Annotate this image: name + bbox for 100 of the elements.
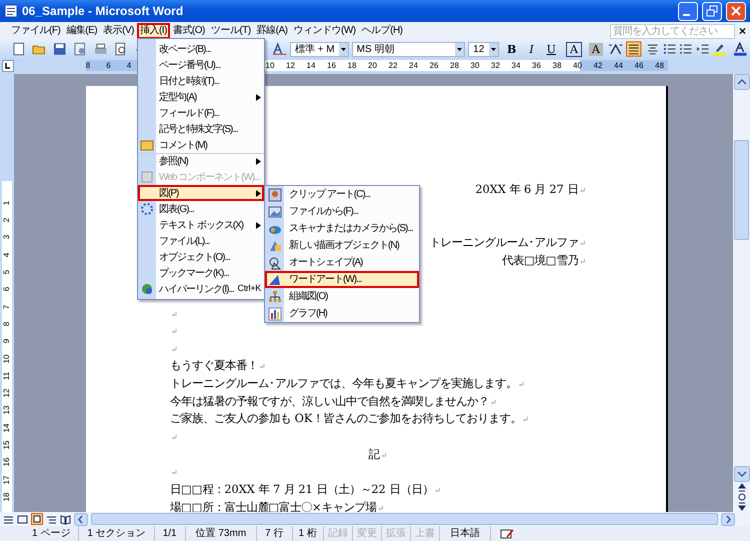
ruler-number: 8: [86, 60, 90, 71]
menu-item[interactable]: ページ番号(U)...: [138, 57, 264, 73]
outline-view-icon[interactable]: [46, 514, 57, 524]
restore-icon[interactable]: [702, 2, 722, 20]
menu-item[interactable]: 書式(O): [170, 23, 208, 39]
minimize-icon[interactable]: [678, 2, 698, 20]
ruler-number: 6: [106, 60, 111, 71]
menu-item[interactable]: ヘルプ(H): [358, 23, 406, 39]
menu-item[interactable]: クリップ アート(C)...: [265, 186, 419, 203]
ruler-number: 4: [126, 60, 132, 71]
font-dropdown[interactable]: MS 明朝: [352, 42, 466, 56]
style-dropdown[interactable]: 標準 + M: [290, 42, 349, 56]
menu-item[interactable]: ファイル(L)...: [138, 233, 264, 249]
window-title: 06_Sample - Microsoft Word: [22, 3, 184, 20]
menu-item[interactable]: 参照(N): [138, 153, 264, 169]
help-search-field[interactable]: 質問を入力してください: [610, 24, 735, 38]
status-field: 7 行: [257, 526, 292, 541]
scrollbar-thumb[interactable]: [91, 513, 718, 525]
menu-item[interactable]: 表示(V): [100, 23, 137, 39]
ruler-number: 12: [286, 60, 295, 71]
font-size-dropdown[interactable]: 12: [468, 42, 499, 56]
horizontal-scrollbar[interactable]: [0, 512, 750, 526]
menu-item[interactable]: 罫線(A): [254, 23, 290, 39]
print-view-icon[interactable]: [31, 513, 43, 525]
status-field: 拡張: [382, 526, 411, 541]
menu-item[interactable]: テキスト ボックス(X): [138, 217, 264, 233]
menu-item[interactable]: スキャナまたはカメラから(S)...: [265, 220, 419, 237]
menu-item[interactable]: ハイパーリンク(I)... Ctrl+K: [138, 281, 264, 297]
ruler-number: 2: [3, 218, 11, 222]
tab-selector-icon[interactable]: [2, 60, 14, 72]
menu-item[interactable]: 記号と特殊文字(S)...: [138, 121, 264, 137]
bulleted-list-icon[interactable]: [679, 42, 693, 56]
ruler-number: 10: [3, 354, 11, 363]
italic-button[interactable]: I: [526, 42, 537, 56]
browse-object-icon[interactable]: [736, 492, 748, 502]
menu-item[interactable]: フィールド(F)...: [138, 105, 264, 121]
menu-item[interactable]: ワードアート(W)...: [265, 271, 419, 288]
ruler-number: 38: [552, 60, 562, 71]
menu-item[interactable]: 図(P): [138, 185, 264, 201]
menu-item[interactable]: ツール(T): [208, 23, 254, 39]
numbered-list-icon[interactable]: [662, 42, 676, 56]
ruler-number: 48: [655, 60, 664, 71]
reading-view-icon[interactable]: [60, 514, 71, 524]
printer-icon[interactable]: [94, 42, 108, 56]
next-page-icon[interactable]: [736, 502, 748, 512]
menu-item[interactable]: ウィンドウ(W): [290, 23, 359, 39]
character-shading-button[interactable]: A: [588, 42, 603, 56]
vertical-scrollbar[interactable]: [733, 74, 750, 512]
scroll-up-icon[interactable]: [734, 74, 750, 90]
ruler-number: 12: [3, 388, 11, 398]
ruler-number: 14: [3, 423, 11, 432]
underline-button[interactable]: U: [544, 42, 559, 56]
menu-item[interactable]: ブックマーク(K)...: [138, 265, 264, 281]
scroll-right-icon[interactable]: [721, 512, 735, 526]
document-text: ご家族、ご友人の参加も OK！皆さんのご参加をお待ちしております。: [170, 412, 522, 426]
menu-item[interactable]: 改ページ(B)...: [138, 41, 264, 57]
ruler-number: 18: [3, 492, 11, 502]
menu-item[interactable]: コメント(M): [138, 137, 264, 153]
new-document-icon[interactable]: [12, 42, 26, 56]
menu-item[interactable]: ファイルから(F)...: [265, 203, 419, 220]
previous-page-icon[interactable]: [736, 482, 748, 492]
menu-item[interactable]: 日付と時刻(T)...: [138, 73, 264, 89]
ruler-number: 10: [266, 60, 274, 71]
bold-button[interactable]: B: [504, 42, 520, 56]
normal-view-icon[interactable]: [3, 514, 14, 524]
indent-icon[interactable]: [696, 42, 710, 56]
menu-item[interactable]: ファイル(F): [8, 23, 64, 39]
close-document-button[interactable]: ×: [734, 22, 750, 40]
justify-button[interactable]: [626, 41, 642, 57]
ruler-number: 7: [3, 304, 11, 309]
ruler-number: 16: [3, 458, 11, 467]
character-border-button[interactable]: A: [566, 42, 582, 56]
scroll-down-icon[interactable]: [734, 466, 750, 482]
landscape-picture-icon: [268, 204, 282, 218]
menu-item[interactable]: 挿入(I): [136, 23, 170, 39]
status-field: 1 ページ: [24, 526, 80, 541]
paragraph-mark: ↵: [171, 344, 178, 354]
ruler-number: 4: [3, 252, 11, 257]
menu-item[interactable]: オブジェクト(O)...: [138, 249, 264, 265]
menu-item[interactable]: 編集(E): [63, 23, 100, 39]
menu-item[interactable]: 図表(G)...: [138, 201, 264, 217]
status-field: 上書: [410, 526, 440, 541]
scroll-left-icon[interactable]: [74, 512, 88, 526]
close-icon[interactable]: [726, 2, 746, 20]
web-view-icon[interactable]: [17, 514, 28, 524]
ruler-number: 1: [3, 200, 11, 206]
menu-item[interactable]: グラフ(H): [265, 305, 419, 322]
magnifier-page-icon[interactable]: [114, 42, 128, 56]
ruler-number: 5: [3, 270, 11, 274]
menu-item[interactable]: 組織図(O): [265, 288, 419, 305]
ruler-number: 36: [532, 60, 541, 71]
paragraph-mark: ↵: [490, 398, 497, 407]
bar-chart-icon: [268, 306, 282, 320]
menu-item[interactable]: 定型句(A): [138, 89, 264, 105]
scrollbar-thumb[interactable]: [734, 140, 749, 240]
character-scaling-icon[interactable]: [608, 42, 624, 56]
menu-item[interactable]: オートシェイプ(A): [265, 254, 419, 271]
style-icon[interactable]: [272, 42, 287, 56]
paragraph-mark: ↵: [522, 415, 529, 424]
menu-item[interactable]: 新しい描画オブジェクト(N): [265, 237, 419, 254]
